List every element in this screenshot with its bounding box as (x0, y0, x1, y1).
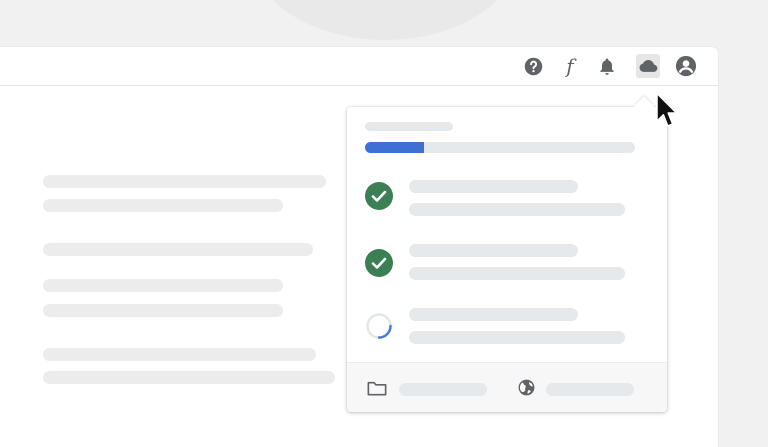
text-placeholder (43, 243, 313, 256)
popover-footer (347, 362, 667, 412)
item-title-placeholder (409, 180, 578, 193)
folder-icon[interactable] (367, 379, 387, 397)
text-placeholder (43, 279, 283, 292)
account-icon[interactable] (674, 54, 698, 78)
upload-status-popover (347, 96, 667, 412)
upload-progress-fill (365, 142, 425, 153)
item-detail-placeholder (409, 267, 625, 280)
popover-title-placeholder (365, 122, 453, 131)
function-glyph: f (566, 54, 574, 78)
globe-label-placeholder (546, 383, 634, 396)
item-title-placeholder (409, 244, 578, 257)
text-placeholder (43, 371, 335, 384)
help-icon[interactable] (521, 54, 545, 78)
text-placeholder (43, 199, 283, 212)
top-bar: f (0, 47, 718, 86)
check-circle-icon (365, 249, 393, 277)
text-placeholder (43, 348, 316, 361)
text-placeholder (43, 304, 283, 317)
item-detail-placeholder (409, 203, 625, 216)
bell-icon[interactable] (595, 54, 619, 78)
upload-progress-bar (365, 142, 635, 153)
item-title-placeholder (409, 308, 578, 321)
function-icon[interactable]: f (558, 54, 582, 78)
item-detail-placeholder (409, 331, 625, 344)
check-circle-icon (365, 182, 393, 210)
background-shape (250, 0, 520, 40)
globe-icon[interactable] (517, 378, 536, 397)
cloud-icon[interactable] (636, 54, 660, 78)
folder-label-placeholder (399, 383, 487, 396)
spinner-icon (366, 313, 392, 339)
text-placeholder (43, 175, 326, 188)
